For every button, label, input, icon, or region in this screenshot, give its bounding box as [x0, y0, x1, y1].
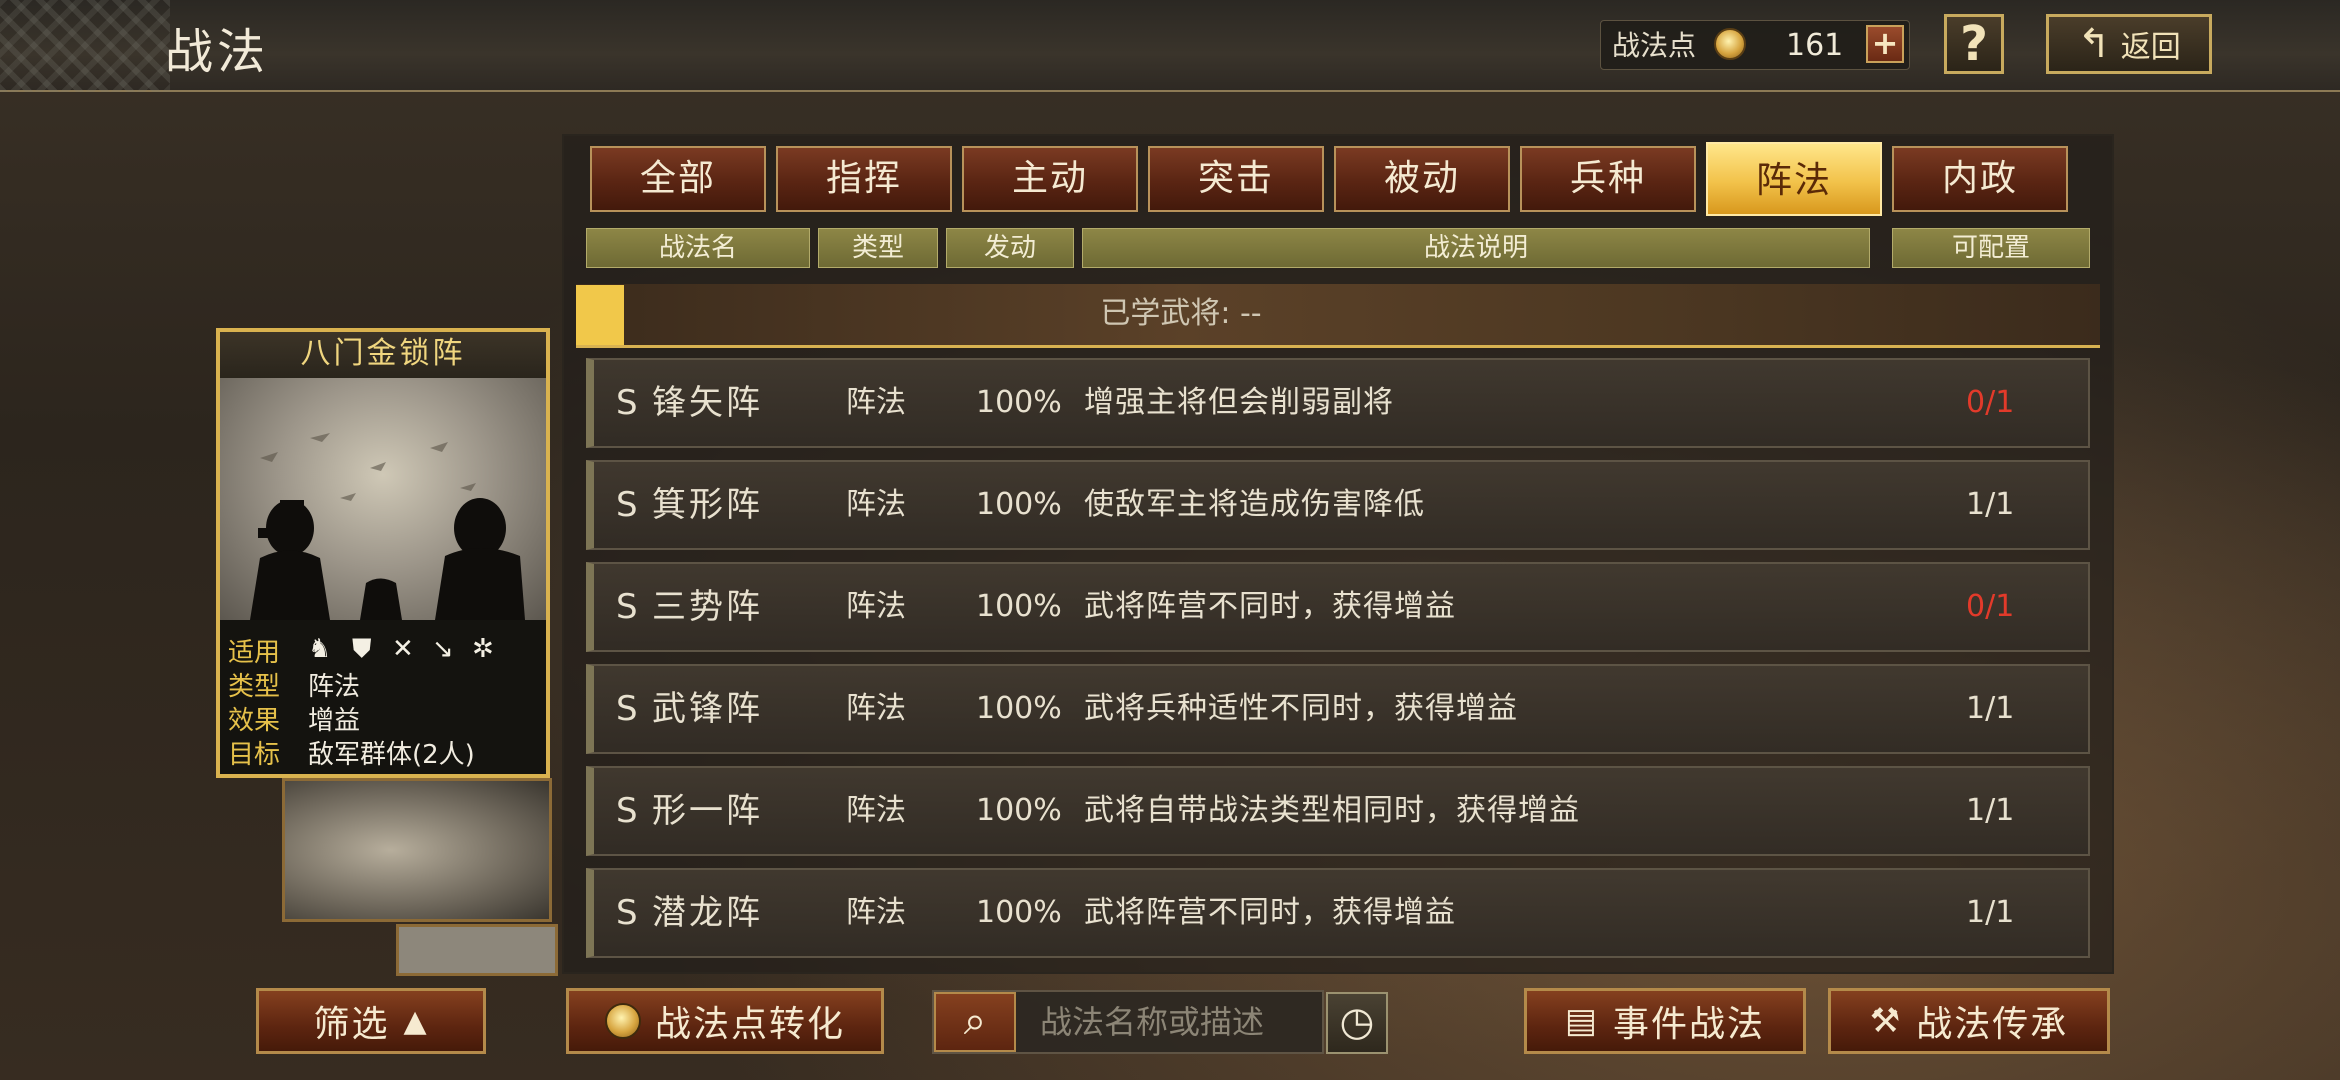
- return-arrow-icon: ↰: [2077, 21, 2111, 67]
- column-type[interactable]: 类型: [818, 228, 938, 268]
- list-item[interactable]: S 形一阵 阵法 100% 武将自带战法类型相同时，获得增益 1/1: [586, 766, 2090, 856]
- tactic-description: 武将阵营不同时，获得增益: [1084, 589, 1456, 624]
- list-item[interactable]: S 锋矢阵 阵法 100% 增强主将但会削弱副将 0/1: [586, 358, 2090, 448]
- tactic-description: 武将自带战法类型相同时，获得增益: [1084, 793, 1580, 828]
- tab-troop-type[interactable]: 兵种: [1520, 146, 1696, 212]
- type-label: 类型: [228, 672, 281, 702]
- back-label: 返回: [2120, 30, 2181, 65]
- tactic-type: 阵法: [846, 793, 906, 828]
- page-title: 战法: [165, 24, 270, 80]
- tactic-name: 锋矢阵: [652, 383, 763, 423]
- tactic-grade: S: [616, 485, 638, 525]
- tactic-name: 武锋阵: [652, 689, 763, 729]
- column-trigger[interactable]: 发动: [946, 228, 1074, 268]
- filter-label: 筛选: [313, 1004, 390, 1045]
- tactic-description: 武将兵种适性不同时，获得增益: [1084, 691, 1518, 726]
- header-decoration: [0, 0, 170, 92]
- column-configurable[interactable]: 可配置: [1892, 228, 2090, 268]
- spear-icon: ↘: [432, 634, 454, 664]
- tab-assault[interactable]: 突击: [1148, 146, 1324, 212]
- tab-passive[interactable]: 被动: [1334, 146, 1510, 212]
- filter-button[interactable]: 筛选 ▲: [256, 988, 486, 1054]
- scroll-icon: ▤: [1564, 1001, 1600, 1041]
- column-name[interactable]: 战法名: [586, 228, 810, 268]
- clock-icon[interactable]: ◷: [1326, 992, 1388, 1054]
- tactic-config-count: 1/1: [1966, 691, 2015, 726]
- tactic-card-stack[interactable]: [282, 778, 552, 922]
- soldiers-silhouette-image: [250, 433, 525, 620]
- tactic-trigger-rate: 100%: [976, 691, 1062, 726]
- tactic-description: 使敌军主将造成伤害降低: [1084, 487, 1425, 522]
- tactic-grade: S: [616, 383, 638, 423]
- triangle-up-icon: ▲: [403, 1003, 429, 1039]
- list-item[interactable]: S 武锋阵 阵法 100% 武将兵种适性不同时，获得增益 1/1: [586, 664, 2090, 754]
- event-tactics-button[interactable]: ▤ 事件战法: [1524, 988, 1806, 1054]
- tactic-type: 阵法: [846, 487, 906, 522]
- target-label: 目标: [228, 740, 281, 770]
- wheel-icon: ✲: [472, 634, 494, 664]
- tactic-type: 阵法: [846, 589, 906, 624]
- tactic-point-coin-icon: [604, 1003, 641, 1039]
- tactic-type: 阵法: [846, 691, 906, 726]
- bow-icon: ✕: [392, 634, 414, 664]
- tactic-name: 箕形阵: [652, 485, 763, 525]
- tactic-description: 增强主将但会削弱副将: [1084, 385, 1394, 420]
- tactic-config-count: 1/1: [1966, 895, 2015, 930]
- tactic-trigger-rate: 100%: [976, 487, 1062, 522]
- tab-internal-affairs[interactable]: 内政: [1892, 146, 2068, 212]
- category-tabs: 全部 指挥 主动 突击 被动 兵种 阵法 内政: [590, 142, 2070, 216]
- tactic-config-count: 0/1: [1966, 589, 2015, 624]
- tactic-inherit-label: 战法传承: [1916, 1004, 2069, 1045]
- add-points-button[interactable]: +: [1866, 25, 1904, 63]
- help-button[interactable]: ?: [1944, 14, 2004, 74]
- hammer-icon: ⚒: [1869, 1001, 1903, 1041]
- tactic-trigger-rate: 100%: [976, 895, 1062, 930]
- convert-points-label: 战法点转化: [654, 1004, 845, 1045]
- effect-label: 效果: [228, 706, 281, 736]
- type-value: 阵法: [308, 672, 361, 702]
- tactic-type: 阵法: [846, 385, 906, 420]
- search-icon[interactable]: ⌕: [934, 992, 1016, 1052]
- tactic-point-coin-icon: [1714, 28, 1746, 60]
- tab-all[interactable]: 全部: [590, 146, 766, 212]
- tactic-points-label: 战法点: [1612, 29, 1697, 62]
- tactic-config-count: 1/1: [1966, 487, 2015, 522]
- target-value: 敌军群体(2人): [308, 740, 475, 770]
- convert-points-button[interactable]: 战法点转化: [566, 988, 884, 1054]
- tactic-grade: S: [616, 587, 638, 627]
- tactic-inherit-button[interactable]: ⚒ 战法传承: [1828, 988, 2110, 1054]
- tactic-trigger-rate: 100%: [976, 793, 1062, 828]
- learned-generals-text: 已学武将: --: [1100, 296, 1262, 331]
- effect-value: 增益: [308, 706, 361, 736]
- tactic-name: 形一阵: [652, 791, 763, 831]
- tab-formation[interactable]: 阵法: [1706, 142, 1882, 216]
- tactic-trigger-rate: 100%: [976, 385, 1062, 420]
- tactic-grade: S: [616, 791, 638, 831]
- list-item[interactable]: S 三势阵 阵法 100% 武将阵营不同时，获得增益 0/1: [586, 562, 2090, 652]
- back-button[interactable]: ↰ 返回: [2046, 14, 2212, 74]
- tactic-grade: S: [616, 893, 638, 933]
- tactic-card-stack[interactable]: [396, 924, 558, 976]
- tab-active[interactable]: 主动: [962, 146, 1138, 212]
- tactic-config-count: 1/1: [1966, 793, 2015, 828]
- tactic-type: 阵法: [846, 895, 906, 930]
- column-description: 战法说明: [1082, 228, 1870, 268]
- event-tactics-label: 事件战法: [1613, 1004, 1766, 1045]
- card-title: 八门金锁阵: [220, 332, 546, 378]
- list-item[interactable]: S 箕形阵 阵法 100% 使敌军主将造成伤害降低 1/1: [586, 460, 2090, 550]
- tactic-trigger-rate: 100%: [976, 589, 1062, 624]
- tactic-grade: S: [616, 689, 638, 729]
- apply-label: 适用: [228, 638, 281, 668]
- tactic-name: 三势阵: [652, 587, 763, 627]
- list-item[interactable]: S 潜龙阵 阵法 100% 武将阵营不同时，获得增益 1/1: [586, 868, 2090, 958]
- search-input[interactable]: [1022, 994, 1320, 1050]
- shield-icon: ⛊: [352, 634, 372, 664]
- card-artwork: [220, 378, 546, 620]
- cavalry-icon: ♞: [308, 634, 332, 664]
- tactic-description: 武将阵营不同时，获得增益: [1084, 895, 1456, 930]
- tab-command[interactable]: 指挥: [776, 146, 952, 212]
- tactic-points-value: 161: [1786, 28, 1844, 63]
- tactic-name: 潜龙阵: [652, 893, 763, 933]
- tactic-config-count: 0/1: [1966, 385, 2015, 420]
